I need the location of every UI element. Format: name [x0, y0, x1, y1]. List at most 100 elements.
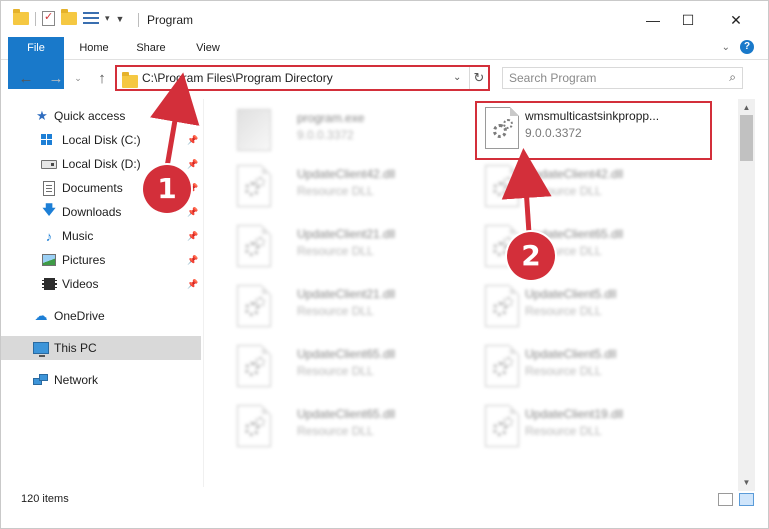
pin-icon[interactable]: 📌	[187, 207, 198, 218]
sidebar-item-local-disk-c[interactable]: Local Disk (C:) 📌	[1, 128, 201, 152]
tab-view[interactable]: View	[185, 37, 231, 60]
tab-share[interactable]: Share	[128, 37, 174, 60]
dll-file-icon	[237, 165, 271, 207]
properties-checkmark-icon[interactable]	[42, 10, 55, 26]
documents-icon	[41, 180, 57, 196]
file-item[interactable]: UpdateClient21.dll Resource DLL	[229, 281, 469, 333]
file-item[interactable]: UpdateClient42.dll Resource DLL	[229, 161, 469, 213]
file-name: UpdateClient5.dll	[525, 287, 617, 301]
search-input[interactable]	[509, 70, 709, 86]
sidebar-item-music[interactable]: ♪ Music 📌	[1, 224, 201, 248]
forward-arrow-icon[interactable]: →	[45, 67, 67, 89]
view-options-icon[interactable]	[83, 12, 99, 25]
file-name: UpdateClient19.dll	[525, 407, 624, 421]
application-icon	[237, 109, 271, 151]
new-folder-icon[interactable]	[61, 9, 77, 25]
file-item[interactable]: UpdateClient19.dll Resource DLL	[477, 401, 717, 453]
expand-ribbon-icon[interactable]: ⌄	[722, 42, 730, 53]
pin-icon[interactable]: 📌	[187, 255, 198, 266]
sidebar-item-network[interactable]: Network	[1, 368, 201, 392]
status-bar: 120 items	[1, 489, 768, 511]
file-meta: Resource DLL	[297, 424, 374, 438]
address-path[interactable]: C:\Program Files\Program Directory	[142, 71, 333, 85]
up-arrow-icon[interactable]: ↑	[91, 67, 113, 89]
navigation-bar: ← → ⌄ ↑ C:\Program Files\Program Directo…	[1, 61, 768, 95]
music-icon: ♪	[45, 228, 53, 244]
sidebar-item-label: Pictures	[62, 253, 106, 267]
file-item[interactable]: UpdateClient65.dll Resource DLL	[229, 401, 469, 453]
highlight-box	[475, 101, 712, 160]
view-switcher	[718, 493, 754, 506]
sidebar-item-label: Documents	[62, 181, 123, 195]
file-name: UpdateClient5.dll	[525, 347, 617, 361]
videos-icon	[41, 277, 57, 291]
sidebar-item-label: Local Disk (D:)	[62, 157, 141, 171]
pin-icon[interactable]: 📌	[187, 231, 198, 242]
dll-file-icon	[237, 225, 271, 267]
file-meta: 9.0.0.3372	[297, 128, 354, 142]
file-item[interactable]: UpdateClient5.dll Resource DLL	[477, 281, 717, 333]
sidebar-item-quick-access[interactable]: ★ Quick access	[1, 104, 201, 128]
dll-file-icon	[237, 345, 271, 387]
computer-icon	[33, 341, 49, 357]
search-icon[interactable]: ⌕	[729, 70, 736, 85]
file-meta: Resource DLL	[525, 424, 602, 438]
search-box[interactable]: ⌕	[502, 67, 743, 89]
file-item[interactable]: UpdateClient21.dll Resource DLL	[229, 221, 469, 273]
sidebar-item-label: Local Disk (C:)	[62, 133, 141, 147]
file-meta: Resource DLL	[525, 304, 602, 318]
ribbon-tabs: File Home Share View ⌄ ?	[1, 37, 768, 89]
sidebar-item-this-pc[interactable]: This PC	[1, 336, 201, 360]
sidebar-item-videos[interactable]: Videos 📌	[1, 272, 201, 296]
sidebar-item-pictures[interactable]: Pictures 📌	[1, 248, 201, 272]
file-name: program.exe	[297, 111, 365, 125]
title-bar: ▾ ▼ Program — ☐ ✕	[1, 1, 768, 39]
pictures-icon	[41, 253, 57, 267]
folder-icon	[13, 9, 29, 25]
download-icon: 🡇	[42, 202, 56, 217]
large-icons-view-icon[interactable]	[739, 493, 754, 506]
file-name: UpdateClient65.dll	[297, 407, 396, 421]
vertical-scrollbar[interactable]: ▲ ▼	[738, 99, 755, 491]
file-name: UpdateClient42.dll	[297, 167, 396, 181]
dll-file-icon	[485, 165, 519, 207]
file-item[interactable]: UpdateClient42.dll Resource DLL	[477, 161, 717, 213]
help-icon[interactable]: ?	[740, 40, 754, 54]
quick-access-toolbar: ▾ ▼	[13, 9, 125, 26]
drive-icon	[41, 157, 57, 171]
file-name: UpdateClient21.dll	[297, 227, 396, 241]
details-view-icon[interactable]	[718, 493, 733, 506]
refresh-icon[interactable]: ↻	[469, 67, 488, 89]
dll-file-icon	[485, 285, 519, 327]
chevron-down-icon[interactable]: ⌄	[453, 72, 461, 83]
tab-home[interactable]: Home	[71, 37, 117, 60]
file-name: UpdateClient42.dll	[525, 167, 624, 181]
sidebar-item-label: Quick access	[54, 109, 126, 123]
windows-drive-icon	[41, 133, 57, 147]
close-button[interactable]: ✕	[713, 1, 759, 39]
file-item[interactable]: UpdateClient65.dll Resource DLL	[229, 341, 469, 393]
pin-icon[interactable]: 📌	[187, 135, 198, 146]
ribbon-right-controls: ⌄ ?	[722, 40, 754, 54]
sidebar-item-onedrive[interactable]: ☁ OneDrive	[1, 304, 201, 328]
pin-icon[interactable]: 📌	[187, 159, 198, 170]
file-meta: Resource DLL	[297, 304, 374, 318]
file-item-program-exe[interactable]: program.exe 9.0.0.3372	[229, 105, 469, 157]
item-count: 120 items	[21, 493, 69, 505]
scrollbar-thumb[interactable]	[740, 115, 753, 161]
file-name: UpdateClient65.dll	[297, 347, 396, 361]
pin-icon[interactable]: 📌	[187, 279, 198, 290]
back-arrow-icon[interactable]: ←	[15, 67, 37, 89]
toolbar-divider	[35, 11, 36, 26]
scroll-up-icon[interactable]: ▲	[738, 99, 755, 116]
customize-toolbar-icon[interactable]: ▼	[116, 14, 125, 24]
sidebar-item-label: This PC	[54, 341, 97, 355]
cloud-icon: ☁	[34, 308, 48, 323]
maximize-button[interactable]: ☐	[665, 1, 711, 39]
address-bar[interactable]: C:\Program Files\Program Directory ⌄ ↻	[115, 65, 490, 91]
file-meta: Resource DLL	[297, 244, 374, 258]
file-item[interactable]: UpdateClient5.dll Resource DLL	[477, 341, 717, 393]
chevron-down-icon[interactable]: ▾	[105, 13, 110, 24]
file-meta: Resource DLL	[297, 364, 374, 378]
recent-locations-icon[interactable]: ⌄	[71, 67, 85, 89]
